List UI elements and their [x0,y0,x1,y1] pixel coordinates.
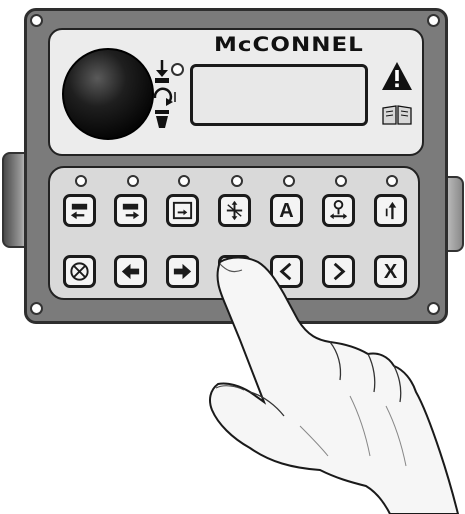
joystick-key[interactable] [322,194,355,227]
key-led [75,175,87,187]
manual-book-icon [382,105,412,125]
key-led [283,175,295,187]
reset-key[interactable] [63,255,96,288]
joystick-icon [329,199,348,220]
status-led [171,63,184,76]
rotor-mode-icon [172,201,193,220]
boom-float-right-key[interactable] [114,194,147,227]
screw [30,14,43,27]
lift-icon [385,201,397,220]
pointing-hand [209,256,460,514]
rotary-knob[interactable] [62,48,154,140]
boom-float-right-icon [122,203,140,220]
warning-icon [382,62,412,90]
axis-control-icon [226,200,243,221]
brand-logo: McCONNEL [214,33,364,57]
arrow-left-key[interactable] [114,255,147,288]
arrow-left-icon [121,263,140,280]
rotor-down-icon [155,60,169,83]
key-led [127,175,139,187]
key-led [178,175,190,187]
screw [30,302,43,315]
lift-key[interactable] [374,194,407,227]
boom-float-left-key[interactable] [63,194,96,227]
key-led [231,175,243,187]
auto-mode-icon: A [279,199,294,222]
rotor-mode-key[interactable] [166,194,199,227]
control-unit-illustration: McCONNEL A X [0,0,465,514]
screw [427,14,440,27]
axis-control-key[interactable] [218,194,251,227]
auto-mode-key[interactable]: A [270,194,303,227]
key-led [386,175,398,187]
reset-icon [70,262,89,281]
key-led [335,175,347,187]
boom-float-left-icon [70,203,88,220]
lcd-display [190,64,368,126]
rotor-rotate-icon [153,87,173,128]
